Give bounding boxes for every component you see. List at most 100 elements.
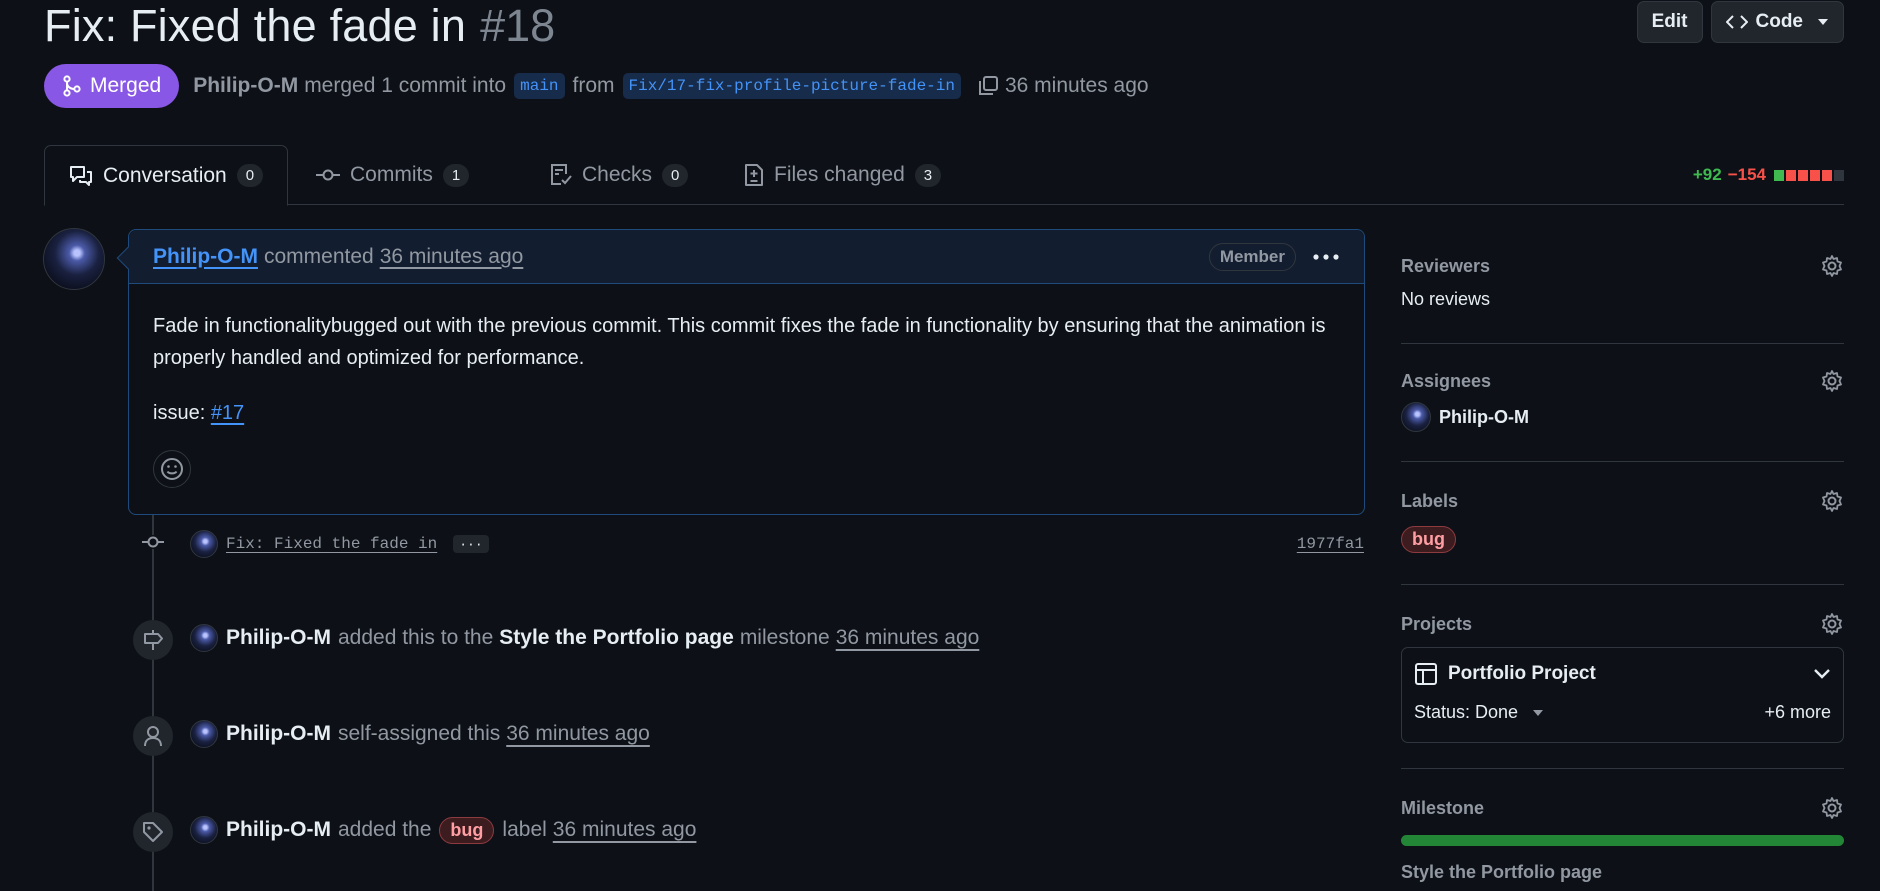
event-user[interactable]: Philip-O-M (226, 818, 331, 842)
assignee-item[interactable]: Philip-O-M (1401, 402, 1844, 432)
event-user[interactable]: Philip-O-M (226, 626, 331, 650)
event-user[interactable]: Philip-O-M (226, 722, 331, 746)
timeline-assign-event: Philip-O-M self-assigned this 36 minutes… (190, 720, 650, 748)
gear-icon[interactable] (1820, 369, 1844, 393)
event-timestamp[interactable]: 36 minutes ago (836, 626, 980, 650)
merged-label: Merged (90, 74, 162, 97)
issue-reference: issue: #17 (153, 397, 1340, 429)
timeline-label-event: Philip-O-M added the bug label 36 minute… (190, 816, 696, 844)
tab-files-changed-label: Files changed (774, 163, 905, 186)
event-text: milestone (739, 626, 830, 649)
pr-title: Fix: Fixed the fade in (44, 0, 467, 51)
sidebar: Reviewers No reviews Assignees Philip-O-… (1401, 229, 1844, 883)
tab-conversation-label: Conversation (103, 163, 227, 187)
diffstat-block (1822, 169, 1832, 181)
diffstat-block (1774, 169, 1784, 181)
file-diff-icon (745, 164, 763, 186)
diffstat-block (1810, 169, 1820, 181)
deletions-count: −154 (1727, 165, 1766, 184)
commit-expand-button[interactable]: ··· (453, 535, 489, 553)
tab-checks[interactable]: Checks 0 (526, 145, 712, 205)
gear-icon[interactable] (1820, 489, 1844, 513)
merge-action-text: merged 1 commit into (304, 74, 507, 97)
from-text: from (572, 74, 615, 97)
additions-count: +92 (1692, 165, 1722, 184)
gear-icon[interactable] (1820, 612, 1844, 636)
sidebar-projects: Projects Portfolio Project Status: Done … (1401, 585, 1844, 769)
edit-label: Edit (1651, 11, 1688, 32)
event-timestamp[interactable]: 36 minutes ago (506, 722, 650, 746)
bug-label[interactable]: bug (1401, 526, 1456, 553)
merger-username[interactable]: Philip-O-M (193, 74, 298, 98)
base-branch[interactable]: main (514, 73, 565, 99)
project-name[interactable]: Portfolio Project (1448, 663, 1596, 685)
git-commit-icon (316, 169, 340, 181)
bug-label[interactable]: bug (439, 816, 495, 844)
project-status[interactable]: Status: Done (1414, 702, 1518, 723)
project-card[interactable]: Portfolio Project Status: Done +6 more (1401, 647, 1844, 743)
sidebar-reviewers: Reviewers No reviews (1401, 229, 1844, 344)
tab-commits[interactable]: Commits 1 (292, 145, 493, 205)
avatar[interactable] (190, 624, 218, 652)
avatar[interactable] (190, 530, 218, 558)
comment-timestamp[interactable]: 36 minutes ago (380, 245, 524, 269)
timeline-commit: Fix: Fixed the fade in ··· (190, 530, 489, 558)
labels-title: Labels (1401, 490, 1459, 511)
comment-body: Fade in functionalitybugged out with the… (129, 284, 1364, 429)
diffstat-blocks (1774, 169, 1844, 181)
label-event-badge (133, 812, 173, 852)
milestone-title: Milestone (1401, 797, 1485, 818)
head-branch[interactable]: Fix/17-fix-profile-picture-fade-in (622, 73, 961, 99)
milestone-event-badge (133, 620, 173, 660)
timeline-milestone-event: Philip-O-M added this to the Style the P… (190, 624, 979, 652)
milestone-link[interactable]: Style the Portfolio page (499, 626, 734, 650)
code-label: Code (1755, 11, 1804, 32)
project-more-fields[interactable]: +6 more (1764, 702, 1831, 723)
triangle-down-icon[interactable] (1532, 709, 1544, 717)
git-merge-icon (63, 75, 81, 97)
reviewers-header[interactable]: Reviewers (1401, 247, 1844, 285)
commit-sha[interactable]: 1977fa1 (1297, 535, 1364, 553)
project-status-row: Status: Done +6 more (1414, 702, 1831, 723)
pr-title-row: Fix: Fixed the fade in #18 (44, 0, 555, 52)
merged-badge: Merged (44, 64, 180, 108)
tab-conversation[interactable]: Conversation 0 (44, 145, 289, 206)
issue-link[interactable]: #17 (211, 402, 244, 424)
milestone-progress-bar (1401, 835, 1844, 846)
pr-meta: Merged Philip-O-M merged 1 commit into m… (44, 64, 1149, 108)
milestone-icon (144, 630, 163, 650)
commit-message[interactable]: Fix: Fixed the fade in (226, 535, 437, 553)
gear-icon[interactable] (1820, 254, 1844, 278)
add-reaction-button[interactable] (153, 450, 191, 488)
top-actions: Edit Code (1636, 1, 1844, 43)
chevron-down-icon[interactable] (1813, 668, 1831, 680)
sidebar-labels: Labels bug (1401, 462, 1844, 585)
tab-conversation-count: 0 (236, 164, 264, 187)
avatar[interactable] (190, 720, 218, 748)
pr-tabs: Conversation 0 Commits 1 Checks 0 Files … (44, 145, 1844, 206)
member-badge: Member (1208, 242, 1296, 271)
projects-header[interactable]: Projects (1401, 605, 1844, 643)
assign-event-badge (133, 716, 173, 756)
edit-button[interactable]: Edit (1636, 1, 1703, 43)
kebab-horizontal-icon[interactable] (1312, 253, 1340, 261)
tab-files-changed[interactable]: Files changed 3 (720, 145, 965, 205)
projects-title: Projects (1401, 613, 1473, 634)
avatar[interactable] (190, 816, 218, 844)
copy-icon[interactable] (977, 75, 999, 97)
avatar (1401, 402, 1431, 432)
sidebar-assignees: Assignees Philip-O-M (1401, 344, 1844, 462)
milestone-name[interactable]: Style the Portfolio page (1401, 862, 1844, 883)
assignees-header[interactable]: Assignees (1401, 362, 1844, 400)
milestone-header[interactable]: Milestone (1401, 789, 1844, 827)
event-timestamp[interactable]: 36 minutes ago (553, 818, 697, 842)
diffstat-block (1834, 169, 1844, 181)
code-button[interactable]: Code (1710, 1, 1844, 43)
avatar[interactable] (43, 228, 105, 290)
gear-icon[interactable] (1820, 796, 1844, 820)
smiley-icon (161, 458, 183, 480)
labels-header[interactable]: Labels (1401, 482, 1844, 520)
project-title-row: Portfolio Project (1414, 662, 1831, 686)
comment-author[interactable]: Philip-O-M (153, 245, 258, 269)
reviewers-title: Reviewers (1401, 255, 1491, 276)
